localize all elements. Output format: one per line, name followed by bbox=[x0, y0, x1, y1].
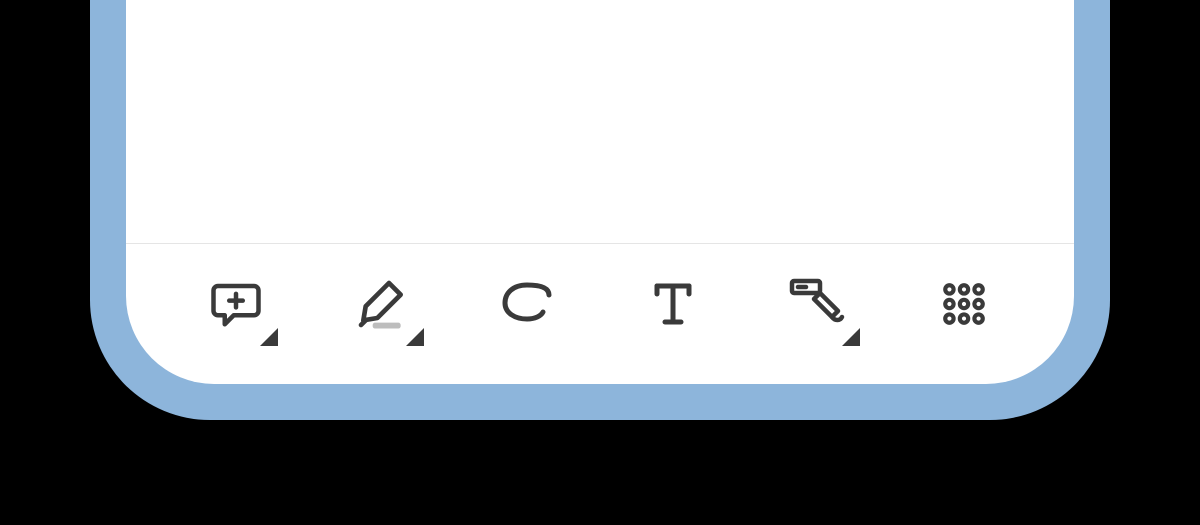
submenu-indicator-icon bbox=[406, 328, 424, 346]
grid-icon bbox=[939, 279, 989, 329]
draw-sign-button[interactable] bbox=[778, 264, 858, 344]
more-tools-button[interactable] bbox=[924, 264, 1004, 344]
device-frame: has been the industry's standard dummy t… bbox=[90, 0, 1110, 420]
lasso-button[interactable] bbox=[487, 264, 567, 344]
text-icon bbox=[649, 278, 697, 330]
text-button[interactable] bbox=[633, 264, 713, 344]
highlighter-icon bbox=[354, 276, 410, 332]
highlight-button[interactable] bbox=[342, 264, 422, 344]
submenu-indicator-icon bbox=[260, 328, 278, 346]
add-comment-button[interactable] bbox=[196, 264, 276, 344]
signature-icon bbox=[788, 277, 848, 331]
screen: has been the industry's standard dummy t… bbox=[126, 0, 1074, 384]
document-content: has been the industry's standard dummy t… bbox=[126, 0, 1074, 243]
submenu-indicator-icon bbox=[842, 328, 860, 346]
lasso-icon bbox=[499, 281, 555, 327]
annotation-toolbar bbox=[126, 244, 1074, 384]
comment-plus-icon bbox=[209, 277, 263, 331]
